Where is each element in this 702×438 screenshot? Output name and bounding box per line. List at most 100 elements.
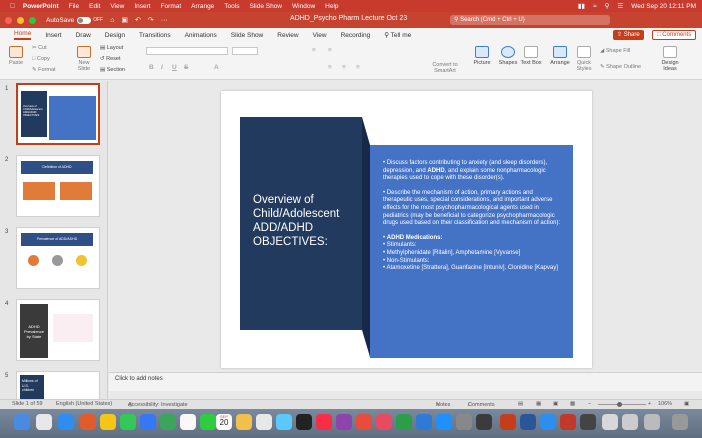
calendar-icon[interactable]: SEP 20 bbox=[216, 414, 232, 430]
slide-sorter-icon[interactable]: ▦ bbox=[536, 401, 541, 407]
menu-format[interactable]: Format bbox=[161, 3, 182, 10]
slide-thumbnail-4[interactable]: ADHD Prevalence by State bbox=[16, 299, 100, 361]
apple-icon[interactable]:  bbox=[10, 3, 15, 10]
search-input[interactable]: ⚲ Search (Cmd + Ctrl + U) bbox=[450, 15, 610, 25]
numbering-icon[interactable]: ≡ bbox=[328, 47, 332, 54]
menu-view[interactable]: View bbox=[110, 3, 124, 10]
reading-view-icon[interactable]: ▣ bbox=[553, 401, 558, 407]
menu-help[interactable]: Help bbox=[325, 3, 338, 10]
menubar-clock[interactable]: Wed Sep 20 12:11 PM bbox=[631, 3, 696, 10]
system-settings-icon[interactable] bbox=[456, 414, 472, 430]
tab-design[interactable]: Design bbox=[105, 32, 125, 39]
tab-insert[interactable]: Insert bbox=[45, 32, 61, 39]
tab-animations[interactable]: Animations bbox=[185, 32, 217, 39]
shapes-button[interactable]: Shapes bbox=[496, 46, 520, 66]
more-icon[interactable]: ··· bbox=[161, 17, 168, 24]
italic-icon[interactable]: I bbox=[161, 64, 163, 71]
save-icon[interactable]: ▣ bbox=[121, 16, 128, 24]
news-icon[interactable] bbox=[356, 414, 372, 430]
wifi-icon[interactable]: ≈ bbox=[593, 3, 597, 10]
zoom-slider-handle[interactable] bbox=[617, 402, 622, 407]
quick-styles-button[interactable]: Quick Styles bbox=[574, 46, 594, 72]
tab-slide-show[interactable]: Slide Show bbox=[231, 32, 264, 39]
language-indicator[interactable]: English (United States) bbox=[56, 401, 112, 407]
mail-icon[interactable] bbox=[140, 414, 156, 430]
zoom-out-icon[interactable]: − bbox=[588, 401, 591, 407]
section-button[interactable]: ▤ Section bbox=[100, 67, 125, 73]
paste-button[interactable]: Paste bbox=[6, 46, 26, 66]
align-left-icon[interactable]: ≡ bbox=[328, 64, 332, 71]
firefox-icon[interactable] bbox=[80, 414, 96, 430]
menu-window[interactable]: Window bbox=[292, 3, 315, 10]
menu-insert[interactable]: Insert bbox=[134, 3, 150, 10]
copy-button[interactable]: □ Copy bbox=[32, 56, 50, 62]
app-icon[interactable] bbox=[376, 414, 392, 430]
tab-tell-me[interactable]: ⚲ Tell me bbox=[384, 31, 411, 39]
tab-draw[interactable]: Draw bbox=[76, 32, 91, 39]
new-slide-button[interactable]: New Slide bbox=[74, 46, 94, 72]
battery-icon[interactable]: ▮▮ bbox=[578, 2, 585, 10]
acrobat-icon[interactable] bbox=[560, 414, 576, 430]
preview-icon[interactable] bbox=[602, 414, 618, 430]
terminal-icon[interactable] bbox=[580, 414, 596, 430]
slide-canvas[interactable]: Overview of Child/Adolescent ADD/ADHD OB… bbox=[221, 91, 592, 368]
powerpoint-icon[interactable] bbox=[500, 414, 516, 430]
notes-app-icon[interactable] bbox=[236, 414, 252, 430]
menu-tools[interactable]: Tools bbox=[224, 3, 239, 10]
format-painter-button[interactable]: ✎ Format bbox=[32, 67, 56, 73]
keynote-icon[interactable] bbox=[416, 414, 432, 430]
notes-pane[interactable]: Click to add notes bbox=[109, 372, 702, 391]
music-icon[interactable] bbox=[316, 414, 332, 430]
zoom-level[interactable]: 106% bbox=[658, 401, 672, 407]
undo-icon[interactable]: ↶ bbox=[135, 16, 141, 24]
layout-button[interactable]: ▤ Layout bbox=[100, 45, 123, 51]
font-size-select[interactable] bbox=[232, 47, 258, 55]
slide-title[interactable]: Overview of Child/Adolescent ADD/ADHD OB… bbox=[253, 193, 357, 249]
downloads-icon[interactable] bbox=[622, 414, 638, 430]
tab-view[interactable]: View bbox=[313, 32, 327, 39]
picture-button[interactable]: Picture bbox=[470, 46, 494, 66]
launchpad-icon[interactable] bbox=[36, 414, 52, 430]
arrange-button[interactable]: Arrange bbox=[548, 46, 572, 66]
reminders-icon[interactable] bbox=[256, 414, 272, 430]
slide-thumbnail-panel[interactable]: 1 Overview of Child/Adolescent ADD/ADHD … bbox=[0, 81, 108, 399]
slide-thumbnail-2[interactable]: Definition of ADHD bbox=[16, 155, 100, 217]
bullets-icon[interactable]: ≡ bbox=[312, 47, 316, 54]
menu-arrange[interactable]: Arrange bbox=[191, 3, 214, 10]
strikethrough-icon[interactable]: S bbox=[184, 64, 188, 71]
text-box-button[interactable]: Text Box bbox=[520, 46, 542, 66]
slideshow-view-icon[interactable]: ▩ bbox=[570, 401, 575, 407]
design-ideas-button[interactable]: Design Ideas bbox=[656, 46, 684, 72]
tab-transitions[interactable]: Transitions bbox=[139, 32, 171, 39]
word-icon[interactable] bbox=[520, 414, 536, 430]
comments-button[interactable]: □ Comments bbox=[652, 30, 697, 40]
objectives-textbox[interactable]: • Discuss factors contributing to anxiet… bbox=[370, 145, 573, 358]
close-window-button[interactable] bbox=[5, 16, 12, 24]
redo-icon[interactable]: ↷ bbox=[148, 16, 154, 24]
safari-icon[interactable] bbox=[58, 414, 74, 430]
underline-icon[interactable]: U bbox=[172, 64, 177, 71]
freeform-icon[interactable] bbox=[276, 414, 292, 430]
autosave-toggle[interactable] bbox=[77, 16, 92, 24]
menu-file[interactable]: File bbox=[69, 3, 79, 10]
minimize-window-button[interactable] bbox=[17, 16, 24, 24]
reset-button[interactable]: ↺ Reset bbox=[100, 56, 121, 62]
home-icon[interactable]: ⌂ bbox=[110, 17, 114, 24]
menu-slide-show[interactable]: Slide Show bbox=[249, 3, 282, 10]
zoom-in-icon[interactable]: + bbox=[648, 401, 651, 407]
title-panel[interactable]: Overview of Child/Adolescent ADD/ADHD OB… bbox=[240, 117, 362, 330]
zoom-window-button[interactable] bbox=[29, 16, 36, 24]
podcasts-icon[interactable] bbox=[336, 414, 352, 430]
zoom-slider[interactable] bbox=[598, 404, 646, 405]
slide-thumbnail-1[interactable]: Overview of Child/Adolescent ADD/ADHD OB… bbox=[16, 83, 100, 145]
facetime-icon[interactable] bbox=[200, 414, 216, 430]
slide-thumbnail-3[interactable]: Prevalence of ADD/ADHD bbox=[16, 227, 100, 289]
spotlight-icon[interactable]: ⚲ bbox=[605, 2, 610, 10]
tab-recording[interactable]: Recording bbox=[341, 32, 371, 39]
convert-smartart-button[interactable]: Convert to SmartArt bbox=[428, 62, 462, 74]
menu-app-name[interactable]: PowerPoint bbox=[23, 3, 59, 10]
fit-to-window-icon[interactable]: ▣ bbox=[684, 401, 689, 407]
normal-view-icon[interactable]: ▤ bbox=[518, 401, 523, 407]
cut-button[interactable]: ✂ Cut bbox=[32, 45, 47, 51]
chrome-icon[interactable] bbox=[100, 414, 116, 430]
